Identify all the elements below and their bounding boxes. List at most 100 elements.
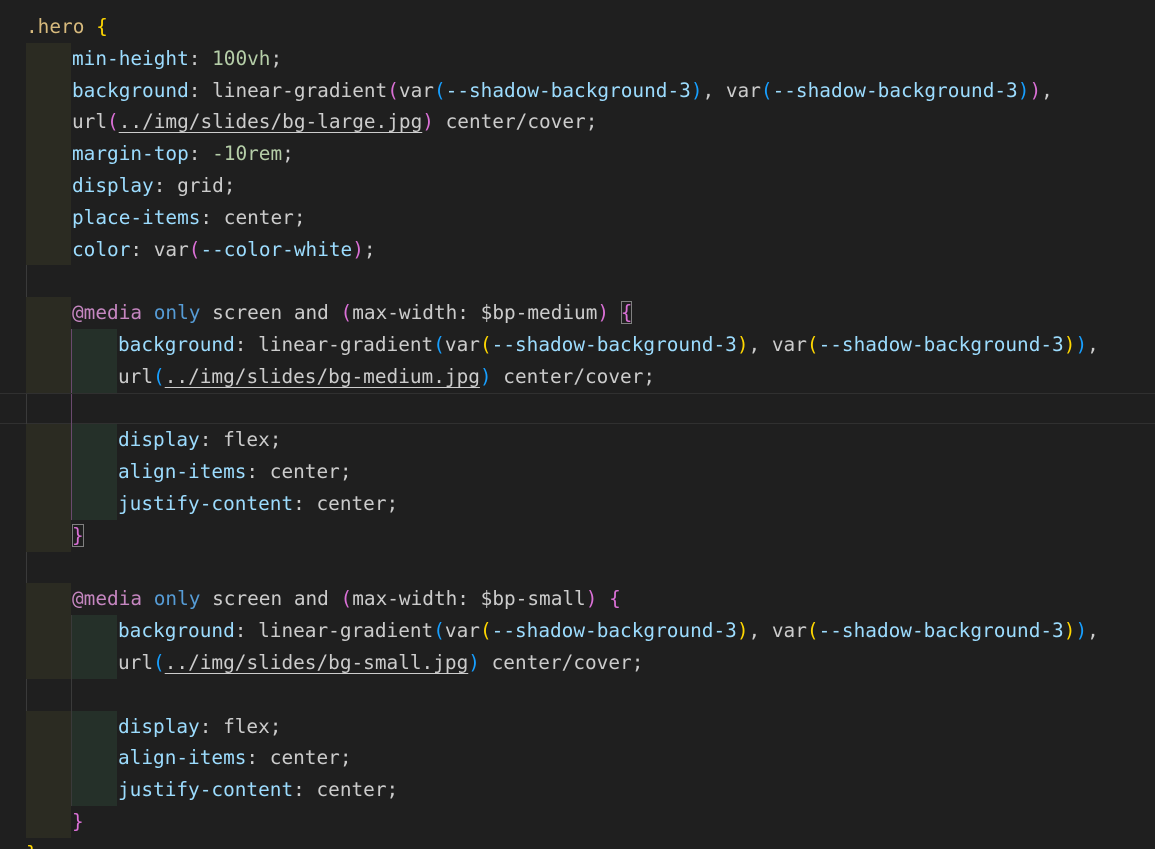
code-text: .hero { [26, 11, 108, 43]
code-line[interactable]: } [0, 806, 1155, 838]
code-token: -10rem [212, 142, 283, 166]
code-token: : [130, 237, 154, 261]
code-token: --shadow-background-3 [491, 619, 737, 643]
code-line[interactable] [0, 392, 1155, 426]
code-editor[interactable]: .hero {min-height: 100vh; background: lin… [0, 0, 1155, 849]
code-token: ; [363, 237, 376, 261]
code-text: min-height: 100vh; [72, 43, 282, 75]
code-token: ) [690, 78, 703, 102]
indent-guide [72, 710, 117, 743]
indent-rule [26, 678, 27, 711]
code-token: align-items [118, 460, 247, 484]
code-line[interactable]: url(../img/slides/bg-large.jpg) center/c… [0, 106, 1155, 139]
code-text: align-items: center; [118, 456, 352, 488]
code-token: background [72, 78, 189, 102]
code-line[interactable]: background: linear-gradient(var(--shadow… [0, 74, 1155, 107]
code-text: justify-content: center; [118, 488, 398, 520]
code-line[interactable]: @media only screen and (max-width: $bp-m… [0, 297, 1155, 329]
indent-guide [26, 170, 71, 202]
indent-guide [26, 774, 71, 806]
code-line[interactable]: margin-top: -10rem; [0, 138, 1155, 170]
code-line[interactable]: display: grid; [0, 170, 1155, 202]
code-text: align-items: center; [118, 742, 352, 774]
code-text: @media only screen and (max-width: $bp-m… [72, 297, 633, 329]
code-token: , [1087, 619, 1099, 643]
code-token: linear-gradient [258, 619, 434, 643]
code-token: var [444, 619, 480, 643]
code-line[interactable]: align-items: center; [0, 742, 1155, 775]
code-line[interactable]: background: linear-gradient(var(--shadow… [0, 615, 1155, 647]
code-text: @media only screen and (max-width: $bp-s… [72, 583, 621, 615]
code-token: ( [153, 651, 165, 674]
code-line[interactable]: place-items: center; [0, 201, 1155, 234]
indent-guide [26, 742, 71, 775]
code-text: background: linear-gradient(var(--shadow… [118, 615, 1099, 647]
code-token: background [118, 619, 235, 643]
code-token: center/cover; [433, 110, 598, 134]
indent-guide [26, 138, 71, 170]
code-token: center/cover; [479, 651, 644, 674]
code-line[interactable]: justify-content: center; [0, 488, 1155, 520]
code-token: --shadow-background-3 [818, 333, 1064, 356]
code-line[interactable]: min-height: 100vh; [0, 42, 1155, 75]
code-text: url(../img/slides/bg-large.jpg) center/c… [72, 106, 597, 138]
code-token: ) [597, 301, 610, 325]
code-line[interactable]: } [0, 519, 1155, 552]
code-line[interactable]: url(../img/slides/bg-small.jpg) center/c… [0, 647, 1155, 679]
code-text: url(../img/slides/bg-medium.jpg) center/… [118, 361, 655, 393]
code-token: ( [433, 78, 446, 102]
code-token: ) [468, 651, 480, 674]
code-token: display [72, 174, 154, 197]
indent-rule [71, 647, 72, 679]
code-line[interactable]: @media only screen and (max-width: $bp-s… [0, 583, 1155, 616]
code-token: margin-top [72, 142, 189, 166]
code-line[interactable] [0, 551, 1155, 584]
indent-guide [72, 742, 117, 775]
code-token: } [26, 842, 38, 849]
code-token: linear-gradient [258, 333, 434, 356]
code-token: justify-content [118, 778, 294, 802]
code-token: ( [806, 619, 819, 643]
code-token: display [118, 428, 200, 452]
code-token: justify-content [118, 492, 294, 515]
indent-guide [26, 233, 71, 266]
indent-guide [72, 774, 117, 806]
code-token: , [748, 619, 772, 643]
code-token: : center; [246, 746, 352, 770]
code-token: : $bp-small [457, 587, 586, 611]
code-line[interactable]: display: flex; [0, 710, 1155, 743]
code-token: 100vh [212, 46, 271, 70]
code-token: : center; [293, 492, 399, 515]
code-token: max-width [352, 301, 458, 325]
code-token: : flex; [199, 428, 282, 452]
code-line[interactable]: display: flex; [0, 424, 1155, 457]
code-line[interactable] [0, 265, 1155, 298]
code-line[interactable]: .hero { [0, 11, 1155, 43]
code-token: , [1041, 78, 1053, 102]
indent-rule [71, 615, 72, 647]
code-line[interactable]: url(../img/slides/bg-medium.jpg) center/… [0, 360, 1155, 393]
code-token: ; [282, 142, 294, 166]
code-token: .hero [26, 15, 85, 38]
code-line[interactable]: justify-content: center; [0, 774, 1155, 806]
code-line[interactable]: align-items: center; [0, 456, 1155, 488]
indent-rule [26, 551, 27, 584]
code-line[interactable]: } [0, 838, 1155, 849]
indent-rule [71, 742, 72, 775]
indent-guide [72, 424, 117, 457]
code-line[interactable] [0, 678, 1155, 711]
code-token: , [748, 333, 772, 356]
code-line[interactable]: background: linear-gradient(var(--shadow… [0, 329, 1155, 361]
code-token: --shadow-background-3 [491, 333, 737, 356]
code-token: ( [153, 364, 165, 388]
indent-guide [72, 615, 117, 647]
code-text: } [72, 520, 84, 552]
code-token: display [118, 714, 200, 738]
code-token: ../img/slides/bg-small.jpg [164, 651, 469, 674]
code-token: screen and [200, 301, 341, 325]
code-token: : [188, 46, 213, 70]
code-token: ( [760, 78, 773, 102]
code-line[interactable]: color: var(--color-white); [0, 233, 1155, 266]
